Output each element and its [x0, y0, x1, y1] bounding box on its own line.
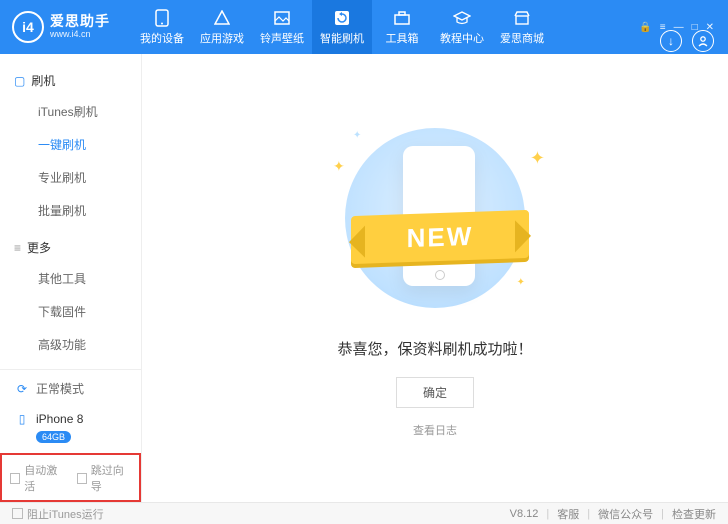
version-label: V8.12 [510, 508, 539, 520]
user-icon[interactable] [692, 30, 714, 52]
star-icon: ✦ [333, 158, 345, 175]
nav-apps[interactable]: 应用游戏 [192, 0, 252, 54]
phone-outline-icon: ▢ [14, 74, 25, 88]
storage-badge: 64GB [36, 431, 71, 443]
sidebar-item-itunes-flash[interactable]: iTunes刷机 [0, 95, 141, 128]
sidebar: ▢ 刷机 iTunes刷机 一键刷机 专业刷机 批量刷机 ≡ 更多 其他工具 下… [0, 54, 142, 502]
sidebar-group-flash[interactable]: ▢ 刷机 [0, 66, 141, 95]
sparkle-icon: ✦ [353, 130, 361, 141]
nav-toolbox[interactable]: 工具箱 [372, 0, 432, 54]
check-auto-activate[interactable]: 自动激活 [10, 462, 65, 494]
nav-label: 我的设备 [140, 30, 184, 46]
sidebar-group-more[interactable]: ≡ 更多 [0, 233, 141, 262]
footer-link-update[interactable]: 检查更新 [672, 506, 716, 522]
sidebar-item-other-tools[interactable]: 其他工具 [0, 262, 141, 295]
sidebar-item-pro-flash[interactable]: 专业刷机 [0, 161, 141, 194]
star-icon: ✦ [517, 277, 525, 288]
nav-label: 应用游戏 [200, 30, 244, 46]
sidebar-item-download-firmware[interactable]: 下载固件 [0, 295, 141, 328]
sidebar-item-advanced[interactable]: 高级功能 [0, 328, 141, 361]
logo-icon: i4 [12, 11, 44, 43]
nav-label: 教程中心 [440, 30, 484, 46]
toolbox-icon [393, 9, 411, 27]
nav-label: 智能刷机 [320, 30, 364, 46]
download-icon[interactable]: ↓ [660, 30, 682, 52]
sync-icon: ⟳ [14, 381, 30, 397]
sidebar-item-oneclick-flash[interactable]: 一键刷机 [0, 128, 141, 161]
success-illustration: ✦ ✦ ✦ ✦ NEW [305, 118, 565, 318]
nav-ringtones[interactable]: 铃声壁纸 [252, 0, 312, 54]
app-header: i4 爱思助手 www.i4.cn 我的设备 应用游戏 铃声壁纸 智能刷机 工具… [0, 0, 728, 54]
graduation-icon [453, 9, 471, 27]
nav-label: 工具箱 [386, 30, 419, 46]
image-icon [273, 9, 291, 27]
app-logo: i4 爱思助手 www.i4.cn [0, 11, 122, 43]
sidebar-item-batch-flash[interactable]: 批量刷机 [0, 194, 141, 227]
refresh-icon [333, 9, 351, 27]
star-icon: ✦ [530, 148, 545, 169]
main-panel: ✦ ✦ ✦ ✦ NEW 恭喜您，保资料刷机成功啦！ 确定 查看日志 [142, 54, 728, 502]
app-name: 爱思助手 [50, 14, 110, 29]
view-log-link[interactable]: 查看日志 [413, 422, 457, 438]
store-icon [513, 9, 531, 27]
nav-store[interactable]: 爱思商城 [492, 0, 552, 54]
option-checks: 自动激活 跳过向导 [0, 453, 141, 502]
nav-tutorial[interactable]: 教程中心 [432, 0, 492, 54]
app-url: www.i4.cn [50, 30, 110, 40]
new-ribbon: NEW [351, 210, 529, 264]
phone-small-icon: ▯ [14, 411, 30, 427]
ok-button[interactable]: 确定 [396, 377, 474, 408]
apps-icon [213, 9, 231, 27]
nav-label: 爱思商城 [500, 30, 544, 46]
footer-link-wechat[interactable]: 微信公众号 [598, 506, 653, 522]
nav-label: 铃声壁纸 [260, 30, 304, 46]
nav-my-device[interactable]: 我的设备 [132, 0, 192, 54]
device-mode[interactable]: ⟳ 正常模式 [0, 370, 141, 407]
status-bar: 阻止iTunes运行 V8.12 | 客服 | 微信公众号 | 检查更新 [0, 502, 728, 524]
phone-icon [153, 9, 171, 27]
footer-link-support[interactable]: 客服 [557, 506, 579, 522]
check-prevent-itunes[interactable]: 阻止iTunes运行 [12, 506, 104, 522]
nav-flash[interactable]: 智能刷机 [312, 0, 372, 54]
top-nav: 我的设备 应用游戏 铃声壁纸 智能刷机 工具箱 教程中心 爱思商城 [132, 0, 625, 54]
check-skip-wizard[interactable]: 跳过向导 [77, 462, 132, 494]
device-info[interactable]: ▯ iPhone 8 64GB [0, 407, 141, 453]
success-message: 恭喜您，保资料刷机成功啦！ [337, 338, 532, 359]
lock-icon[interactable]: 🔒 [639, 22, 651, 33]
list-icon: ≡ [14, 241, 21, 255]
